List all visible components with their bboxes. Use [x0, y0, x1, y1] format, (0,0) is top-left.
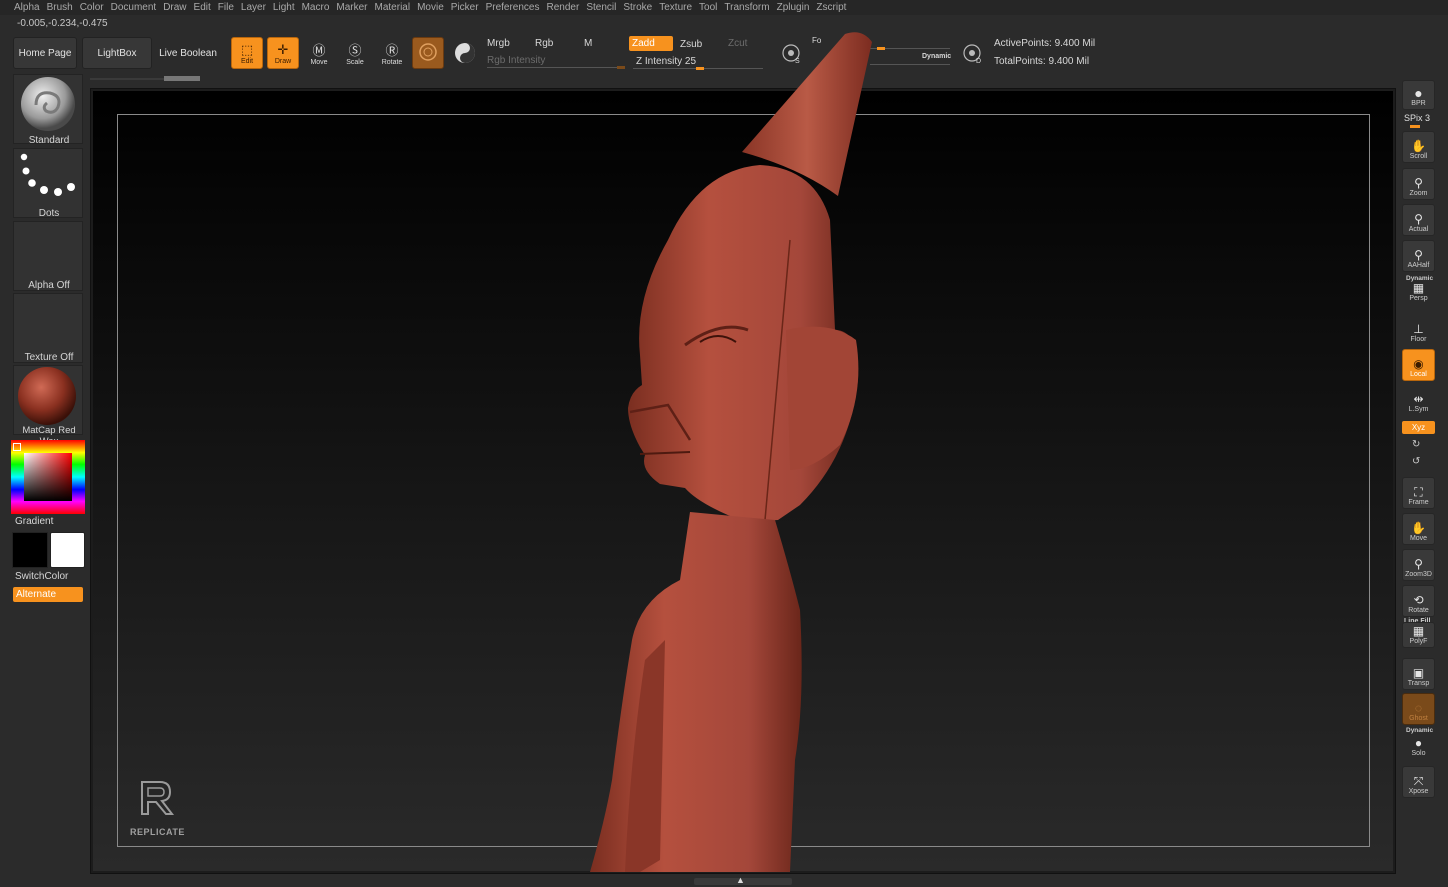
replicate-wordmark: REPLICATE [130, 827, 185, 837]
spix-slider[interactable]: SPix 3 [1404, 113, 1430, 123]
frame-icon: ⛶ [1414, 485, 1423, 499]
solo-spheres-icon: ● [1414, 736, 1423, 750]
ghost-label: Ghost [1409, 715, 1428, 722]
scroll-label: Scroll [1409, 153, 1428, 160]
solo-button[interactable]: ● Solo [1402, 733, 1435, 759]
aahalf-button[interactable]: ⚲ AAHalf [1402, 240, 1435, 272]
persp-label: Persp [1409, 295, 1428, 302]
polyf-grid-icon: ▦ [1412, 624, 1425, 638]
bottom-tray-handle[interactable]: ▲ [694, 875, 792, 885]
local-label: Local [1410, 371, 1427, 378]
local-sphere-icon: ◉ [1413, 357, 1424, 371]
transp-button[interactable]: ▣ Transp [1402, 658, 1435, 690]
rotate-view-button[interactable]: ⟲ Rotate [1402, 585, 1435, 617]
actual-label: Actual [1408, 226, 1429, 233]
floor-button[interactable]: ⊥ Floor [1402, 313, 1435, 345]
local-button[interactable]: ◉ Local [1402, 349, 1435, 381]
spix-slider-knob [1410, 125, 1420, 128]
zoom-magnifier-icon: ⚲ [1414, 176, 1423, 190]
solo-label: Solo [1411, 750, 1426, 757]
lsym-button[interactable]: ⇹ L.Sym [1402, 391, 1435, 415]
move-view-button[interactable]: ✋ Move [1402, 513, 1435, 545]
aahalf-label: AAHalf [1407, 262, 1430, 269]
zoom-label: Zoom [1409, 190, 1428, 197]
zoom-button[interactable]: ⚲ Zoom [1402, 168, 1435, 200]
scroll-hand-icon: ✋ [1411, 139, 1426, 153]
lsym-label: L.Sym [1408, 406, 1429, 413]
rotate-axis-y-icon[interactable]: ↻ [1412, 439, 1420, 450]
transp-icon: ▣ [1412, 666, 1425, 680]
zoom3d-icon: ⚲ [1414, 557, 1423, 571]
bpr-button[interactable]: ● BPR [1402, 80, 1435, 110]
rotate-view-label: Rotate [1408, 607, 1429, 614]
persp-button[interactable]: ▦ Persp [1402, 280, 1435, 304]
ghost-button[interactable]: ◌ Ghost [1402, 693, 1435, 725]
move-view-label: Move [1409, 535, 1428, 542]
replicate-logo: REPLICATE [130, 778, 190, 837]
frame-label: Frame [1408, 499, 1429, 506]
zoom3d-button[interactable]: ⚲ Zoom3D [1402, 549, 1435, 581]
aahalf-magnifier-icon: ⚲ [1414, 248, 1423, 262]
floor-label: Floor [1410, 336, 1427, 343]
bpr-label: BPR [1411, 100, 1426, 107]
chevron-up-icon: ▲ [736, 875, 745, 885]
actual-button[interactable]: ⚲ Actual [1402, 204, 1435, 236]
persp-grid-icon: ▦ [1412, 281, 1425, 295]
ghost-icon: ◌ [1414, 701, 1423, 715]
xpose-label: Xpose [1408, 788, 1429, 795]
xyz-button[interactable]: Xyz [1402, 421, 1435, 434]
polyf-button[interactable]: ▦ PolyF [1402, 622, 1435, 648]
xpose-button[interactable]: ⤧ Xpose [1402, 766, 1435, 798]
actual-magnifier-icon: ⚲ [1414, 212, 1423, 226]
floor-icon: ⊥ [1413, 322, 1424, 336]
bpr-sphere-icon: ● [1414, 85, 1423, 101]
scroll-button[interactable]: ✋ Scroll [1402, 131, 1435, 163]
replicate-logo-icon [141, 781, 175, 815]
zoom3d-label: Zoom3D [1405, 571, 1432, 578]
lsym-arrows-icon: ⇹ [1413, 392, 1424, 406]
sculpted-figure-model[interactable] [0, 0, 1448, 887]
transp-label: Transp [1407, 680, 1430, 687]
rotate-axis-z-icon[interactable]: ↺ [1412, 456, 1420, 467]
frame-button[interactable]: ⛶ Frame [1402, 477, 1435, 509]
move-hand-icon: ✋ [1411, 521, 1426, 535]
rotate-view-icon: ⟲ [1413, 593, 1424, 607]
xpose-icon: ⤧ [1413, 774, 1424, 788]
polyf-label: PolyF [1409, 638, 1428, 645]
